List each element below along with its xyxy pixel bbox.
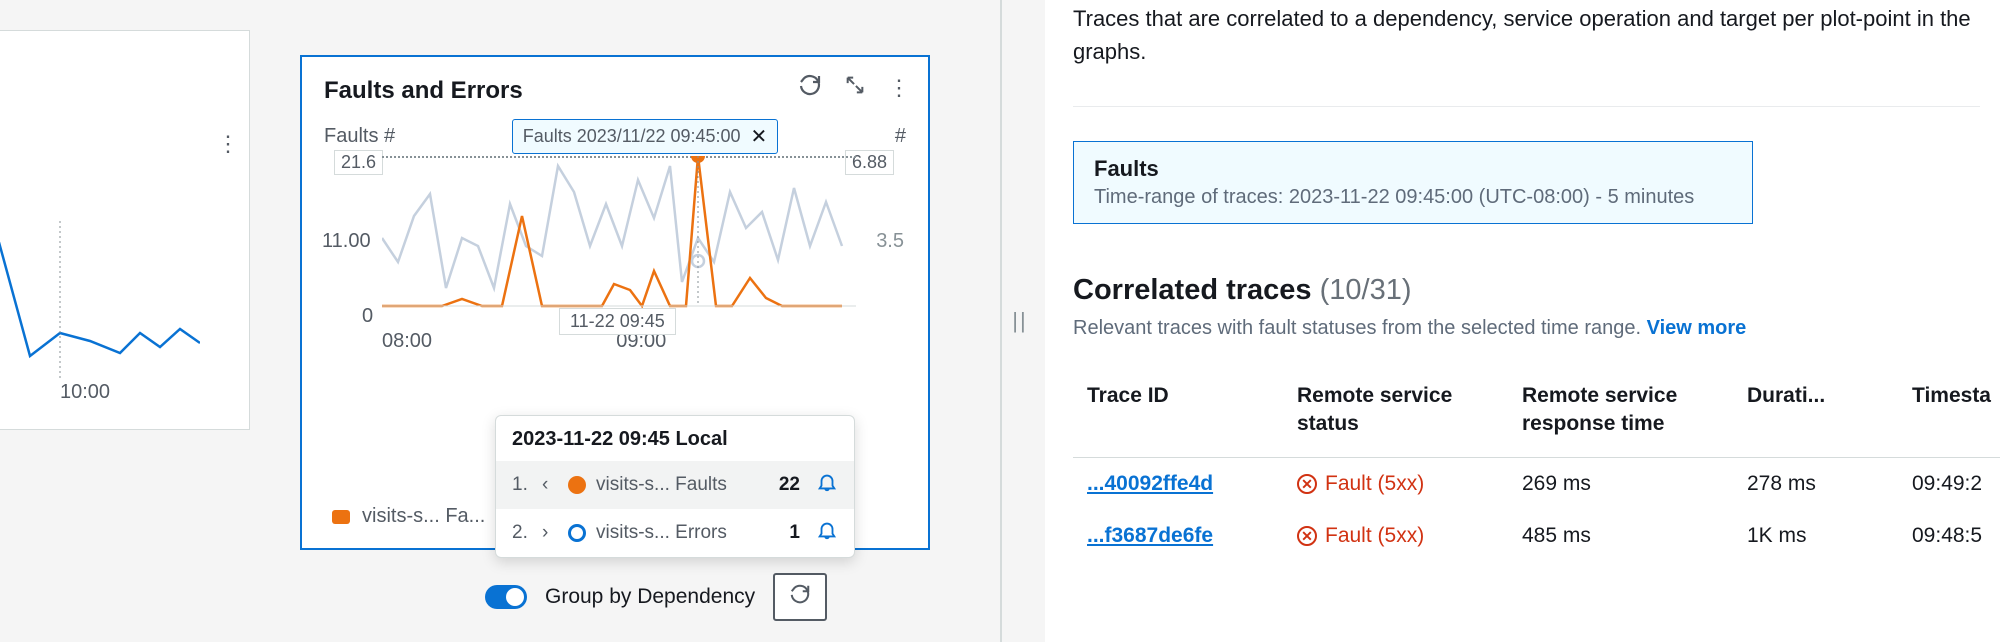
kebab-menu-icon[interactable]: ⋮ [217,131,239,157]
selection-chip[interactable]: Faults 2023/11/22 09:45:00 ✕ [512,119,779,154]
adjacent-chart-card: ⋮ 10:00 [0,30,250,430]
response-time-cell: 269 ms [1508,457,1733,510]
tooltip-row-errors[interactable]: 2. › visits-s... Errors 1 [496,509,854,557]
duration-cell: 278 ms [1733,457,1898,510]
y-mid-left: 11.00 [322,230,371,253]
faults-alert: Faults Time-range of traces: 2023-11-22 … [1073,141,1753,224]
chart-legend: visits-s... Fa... [332,505,485,528]
section-subtitle: Relevant traces with fault statuses from… [1073,317,1980,340]
x-tooltip-label: 11-22 09:45 [559,308,676,335]
chart-plot-area[interactable]: 21.6 6.88 11.00 3.5 0 08:00 09:00 . 11-2… [334,160,894,360]
timestamp-cell: 09:49:2 [1898,457,2000,510]
x-tick-label: 10:00 [60,381,110,404]
alert-title: Faults [1094,156,1732,182]
response-time-cell: 485 ms [1508,510,1733,562]
series-dot-icon [568,524,586,542]
series-dot-icon [568,476,586,494]
col-trace-id[interactable]: Trace ID [1073,372,1283,457]
chart-footer-controls: Group by Dependency [485,573,827,621]
status-badge: ✕Fault (5xx) [1297,472,1494,496]
timestamp-cell: 09:48:5 [1898,510,2000,562]
correlated-traces-heading: Correlated traces (10/31) [1073,274,1980,307]
col-timestamp[interactable]: Timesta [1898,372,2000,457]
bell-icon[interactable] [816,519,838,547]
datapoint-tooltip: 2023-11-22 09:45 Local 1. ‹ visits-s... … [495,415,855,558]
adjacent-chart-plot [0,221,200,381]
grip-icon: || [1012,308,1027,334]
duration-cell: 1K ms [1733,510,1898,562]
tooltip-row-faults[interactable]: 1. ‹ visits-s... Faults 22 [496,461,854,509]
traces-table: Trace ID Remote service status Remote se… [1073,372,2000,562]
error-circle-icon: ✕ [1297,474,1317,494]
legend-label: visits-s... Fa... [362,505,485,528]
alert-subtitle: Time-range of traces: 2023-11-22 09:45:0… [1094,186,1732,209]
y-max-left: 21.6 [334,150,383,175]
traces-panel: Traces that are correlated to a dependen… [1045,0,2000,642]
refresh-button[interactable] [773,573,827,621]
toggle-label: Group by Dependency [545,585,755,609]
status-badge: ✕Fault (5xx) [1297,524,1494,548]
col-status[interactable]: Remote service status [1283,372,1508,457]
view-more-link[interactable]: View more [1647,317,1747,339]
y-axis-left-label: Faults # [324,125,395,148]
y-mid-right: 3.5 [876,230,904,253]
close-icon[interactable]: ✕ [751,124,768,149]
table-row: ...40092ffe4d ✕Fault (5xx) 269 ms 278 ms… [1073,457,2000,510]
chip-text: Faults 2023/11/22 09:45:00 [523,126,741,147]
bell-icon[interactable] [816,471,838,499]
table-row: ...f3687de6fe ✕Fault (5xx) 485 ms 1K ms … [1073,510,2000,562]
col-duration[interactable]: Durati... [1733,372,1898,457]
x-tick-label: 08:00 [382,330,432,353]
refresh-icon[interactable] [798,73,822,103]
legend-swatch-icon [332,510,350,524]
panel-resize-handle[interactable]: || [1000,0,1040,642]
tooltip-header: 2023-11-22 09:45 Local [496,416,854,461]
group-by-dependency-toggle[interactable] [485,585,527,609]
y-zero-left: 0 [362,305,373,328]
chevron-left-icon: ‹ [542,474,558,496]
panel-description: Traces that are correlated to a dependen… [1073,2,1980,68]
trace-id-link[interactable]: ...40092ffe4d [1073,457,1283,510]
error-circle-icon: ✕ [1297,526,1317,546]
expand-icon[interactable] [844,74,866,102]
chart-lines [382,156,856,326]
col-response-time[interactable]: Remote service response time [1508,372,1733,457]
y-axis-right-label: # [895,125,906,148]
trace-id-link[interactable]: ...f3687de6fe [1073,510,1283,562]
chevron-right-icon: › [542,522,558,544]
kebab-menu-icon[interactable]: ⋮ [888,75,910,101]
divider [1073,106,1980,107]
